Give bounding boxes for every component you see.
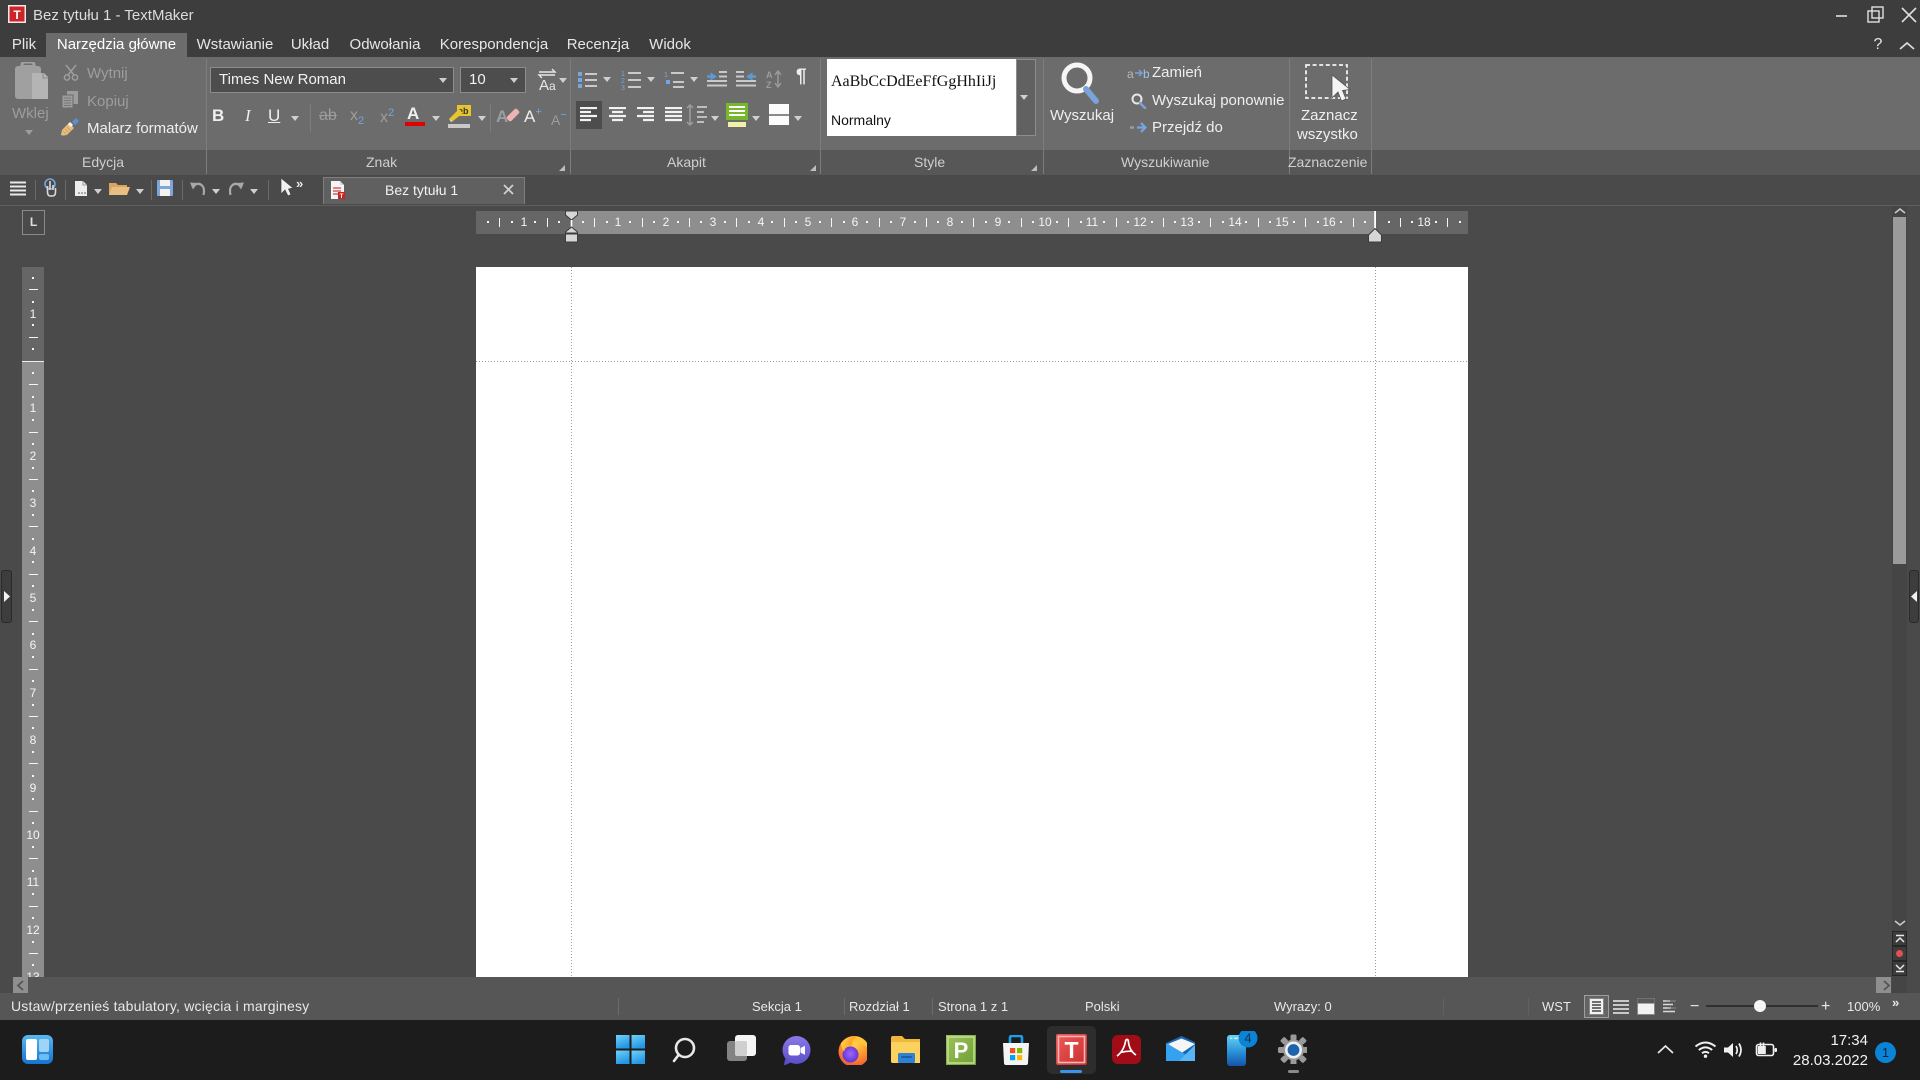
svg-text:T: T — [13, 8, 21, 22]
svg-text:b: b — [1143, 67, 1149, 81]
svg-text:3: 3 — [621, 85, 625, 90]
svg-text:Z: Z — [766, 80, 772, 89]
svg-text:1: 1 — [664, 72, 668, 79]
svg-text:2: 2 — [621, 78, 625, 85]
svg-text:P: P — [954, 1038, 969, 1063]
svg-text:T: T — [1064, 1037, 1078, 1063]
svg-text:T: T — [340, 194, 344, 200]
svg-text:a: a — [1127, 67, 1134, 81]
svg-text:A: A — [766, 70, 773, 80]
svg-text:1: 1 — [621, 71, 625, 78]
svg-text:a: a — [549, 79, 556, 92]
svg-text:A: A — [539, 77, 549, 92]
svg-text:4: 4 — [1244, 1031, 1251, 1046]
svg-text:A: A — [496, 107, 508, 126]
